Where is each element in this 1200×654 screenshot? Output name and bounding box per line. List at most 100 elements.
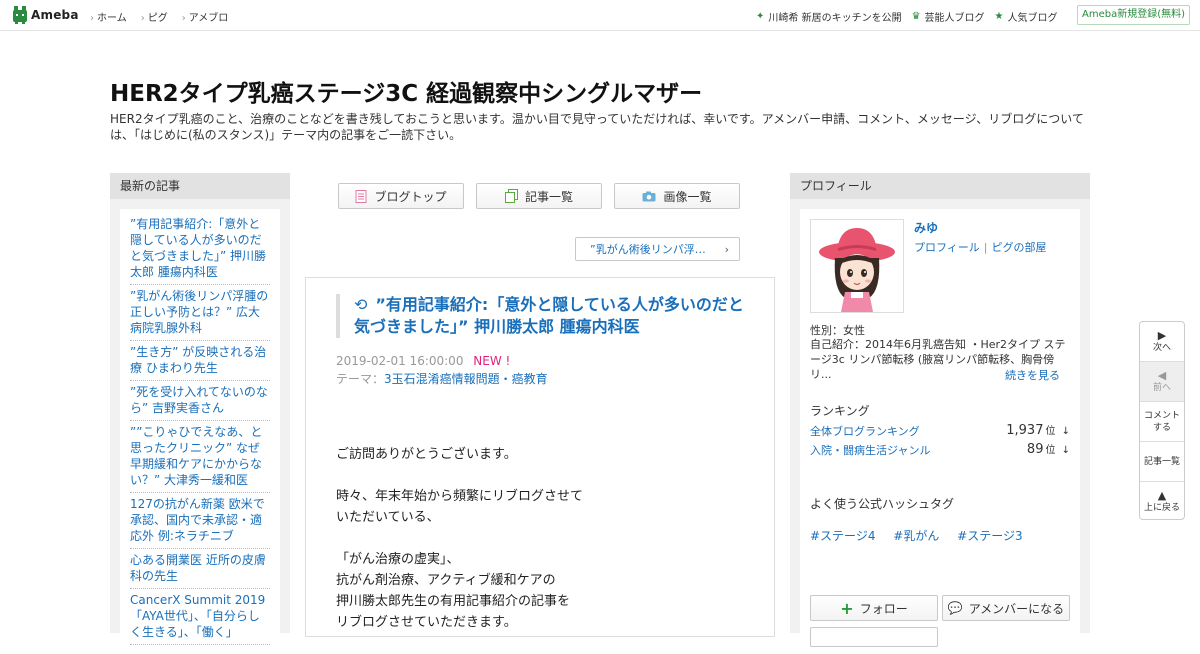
prev-button[interactable]: ◀ 前へ	[1140, 362, 1184, 402]
read-more-link[interactable]: 続きを見る	[1005, 367, 1060, 383]
popular-blog-link[interactable]: ★ 人気ブログ	[995, 9, 1058, 24]
body-line: ご訪問ありがとうございます。	[336, 447, 517, 462]
recent-post-item[interactable]: ”乳がん術後リンパ浮腫の正しい予防とは？” 広大病院乳腺外科	[130, 285, 270, 341]
profile-links: プロフィール | ピグの部屋	[914, 239, 1047, 255]
extra-button[interactable]	[810, 627, 938, 647]
ranking-unit: 位	[1045, 426, 1056, 437]
article-theme: テーマ：3玉石混淆癌情報問題・癌教育	[336, 370, 548, 387]
profile-heading: プロフィール	[790, 173, 1090, 199]
pigg-room-link[interactable]: ピグの部屋	[992, 241, 1047, 254]
ranking-unit: 位	[1045, 445, 1056, 456]
list-icon	[504, 189, 518, 203]
new-badge: NEW !	[473, 354, 511, 368]
hashtag-link[interactable]: #ステージ4	[810, 529, 875, 543]
recent-post-item[interactable]: ”死を受け入れてないのなら” 吉野実香さん	[130, 381, 270, 421]
recent-post-item[interactable]: ””こりゃひでえなあ、と思ったクリニック” なぜ早期緩和ケアにかからない？” 大…	[130, 421, 270, 493]
profile-gender: 性別：女性	[810, 324, 865, 337]
celebrity-blog-link[interactable]: ♛ 芸能人ブログ	[912, 9, 985, 24]
article-list-button[interactable]: 記事一覧	[476, 183, 602, 209]
recent-posts-heading: 最新の記事	[110, 173, 290, 199]
ranking-label[interactable]: 全体ブログランキング	[810, 425, 920, 438]
recent-posts-box: ”有用記事紹介:「意外と隠している人が多いのだと気づきました」” 押川勝太郎 腫…	[120, 209, 280, 645]
ranking-trend-down-icon: ↓	[1061, 445, 1070, 456]
nav-home[interactable]: ホーム	[90, 9, 127, 24]
back-to-top-button[interactable]: ▲ 上に戻る	[1140, 482, 1184, 521]
plus-icon: +	[840, 598, 854, 618]
ranking-row: 全体ブログランキング 1,937 位 ↓	[810, 423, 1070, 439]
ameba-mascot-icon	[13, 6, 27, 24]
register-button[interactable]: Ameba新規登録(無料)	[1077, 5, 1190, 25]
profile-link[interactable]: プロフィール	[914, 241, 980, 254]
crown-icon: ♛	[911, 11, 921, 22]
left-sidebar: 最新の記事 ”有用記事紹介:「意外と隠している人が多いのだと気づきました」” 押…	[110, 173, 290, 645]
theme-label: テーマ：	[336, 372, 385, 386]
trending-label: 川崎希 新居のキッチンを公開	[768, 13, 902, 24]
body-line: 時々、年末年始から頻繁にリブログさせて	[336, 489, 584, 504]
ranking-label[interactable]: 入院・闘病生活ジャンル	[810, 444, 930, 457]
article: ⟲ ”有用記事紹介:「意外と隠している人が多いのだと気づきました」” 押川勝太郎 …	[305, 277, 775, 637]
body-line: リブログさせていただきます。	[336, 615, 517, 630]
separator: |	[983, 241, 988, 254]
hashtag-heading: よく使う公式ハッシュタグ	[810, 497, 955, 511]
ranking-value: 1,937 位 ↓	[1006, 422, 1070, 438]
body-paragraph: ご訪問ありがとうございます。	[336, 444, 756, 465]
floating-nav: ▶ 次へ ◀ 前へ コメントする 記事一覧 ▲ 上に戻る	[1139, 321, 1185, 520]
profile-name[interactable]: みゆ	[914, 219, 938, 236]
article-date: 2019-02-01 16:00:00	[336, 354, 464, 368]
body-paragraph: 「がん治療の虚実」、 抗がん剤治療、アクティブ緩和ケアの 押川勝太郎先生の有用記…	[336, 549, 756, 633]
recent-post-item[interactable]: CancerX Summit 2019 「AYA世代」、「自分らしく生きる」、「…	[130, 589, 270, 645]
article-title-text: ”有用記事紹介:「意外と隠している人が多いのだと気づきました」” 押川勝太郎 腫…	[354, 295, 744, 336]
theme-link[interactable]: 3玉石混淆癌情報問題・癌教育	[384, 372, 548, 386]
blog-description: HER2タイプ乳癌のこと、治療のことなどを書き残しておこうと思います。温かい目で…	[110, 112, 1084, 142]
become-member-button[interactable]: 💬 アメンバーになる	[942, 595, 1070, 621]
recent-post-item[interactable]: 127の抗がん新薬 欧米で承認、国内で未承認・適応外 例:ネラチニブ	[130, 493, 270, 549]
body-line: いただいている、	[336, 510, 440, 525]
back-to-top-label: 上に戻る	[1143, 502, 1180, 513]
ranking-number: 89	[1026, 442, 1044, 457]
hashtag-list: #ステージ4 #乳がん #ステージ3	[810, 527, 1037, 544]
speech-bubble-icon: 💬	[947, 601, 963, 615]
global-nav: ホーム ピグ アメブロ	[90, 9, 242, 24]
recent-post-item[interactable]: ”生き方” が反映される治療 ひまわり先生	[130, 341, 270, 381]
article-list-label: 記事一覧	[524, 189, 573, 204]
ranking-row: 入院・闘病生活ジャンル 89 位 ↓	[810, 442, 1070, 458]
recent-posts-list: ”有用記事紹介:「意外と隠している人が多いのだと気づきました」” 押川勝太郎 腫…	[120, 209, 280, 645]
article-meta: 2019-02-01 16:00:00 NEW !	[336, 354, 510, 368]
image-list-button[interactable]: 画像一覧	[614, 183, 740, 209]
up-icon: ▲	[1157, 488, 1167, 502]
article-list-side-button[interactable]: 記事一覧	[1140, 442, 1184, 482]
blog-top-label: ブログトップ	[374, 189, 447, 204]
trending-link[interactable]: ✦ 川崎希 新居のキッチンを公開	[756, 9, 902, 24]
blog-nav-buttons: ブログトップ 記事一覧 画像一覧	[338, 183, 752, 209]
body-paragraph: 時々、年末年始から頻繁にリブログさせて いただいている、	[336, 486, 756, 528]
ameba-logo[interactable]: Ameba	[12, 6, 79, 24]
avatar-illustration	[811, 220, 903, 312]
article-list-side-label: 記事一覧	[1143, 456, 1180, 467]
next-button[interactable]: ▶ 次へ	[1140, 322, 1184, 362]
blog-title[interactable]: HER2タイプ乳癌ステージ3C 経過観察中シングルマザー	[110, 74, 702, 108]
nav-pigg[interactable]: ピグ	[141, 9, 168, 24]
hashtag-link[interactable]: #ステージ3	[957, 529, 1022, 543]
ranking-value: 89 位 ↓	[1027, 441, 1070, 457]
recent-post-item[interactable]: ”有用記事紹介:「意外と隠している人が多いのだと気づきました」” 押川勝太郎 腫…	[130, 213, 270, 285]
body-line: 抗がん剤治療、アクティブ緩和ケアの	[336, 573, 556, 588]
header-links: ✦ 川崎希 新居のキッチンを公開 ♛ 芸能人ブログ ★ 人気ブログ	[756, 9, 1068, 24]
avatar[interactable]	[810, 219, 904, 313]
article-title[interactable]: ⟲ ”有用記事紹介:「意外と隠している人が多いのだと気づきました」” 押川勝太郎 …	[336, 294, 754, 338]
prev-icon: ◀	[1157, 368, 1167, 382]
document-icon	[355, 189, 367, 203]
recent-post-item[interactable]: 心ある開業医 近所の皮膚科の先生	[130, 549, 270, 589]
ranking-heading: ランキング	[810, 404, 870, 418]
nav-ameblo[interactable]: アメブロ	[182, 9, 229, 24]
celebrity-blog-label: 芸能人ブログ	[924, 13, 985, 24]
next-label: 次へ	[1152, 342, 1171, 353]
follow-button[interactable]: + フォロー	[810, 595, 938, 621]
blog-top-button[interactable]: ブログトップ	[338, 183, 464, 209]
comment-label: コメントする	[1144, 410, 1181, 433]
article-body: ご訪問ありがとうございます。 時々、年末年始から頻繁にリブログさせて いただいて…	[336, 444, 756, 654]
previous-article-link[interactable]: ”乳がん術後リンパ浮… ›	[575, 237, 740, 261]
logo-text: Ameba	[31, 8, 79, 22]
hashtag-link[interactable]: #乳がん	[893, 529, 939, 543]
camera-icon	[642, 191, 656, 201]
comment-button[interactable]: コメントする	[1140, 402, 1184, 442]
